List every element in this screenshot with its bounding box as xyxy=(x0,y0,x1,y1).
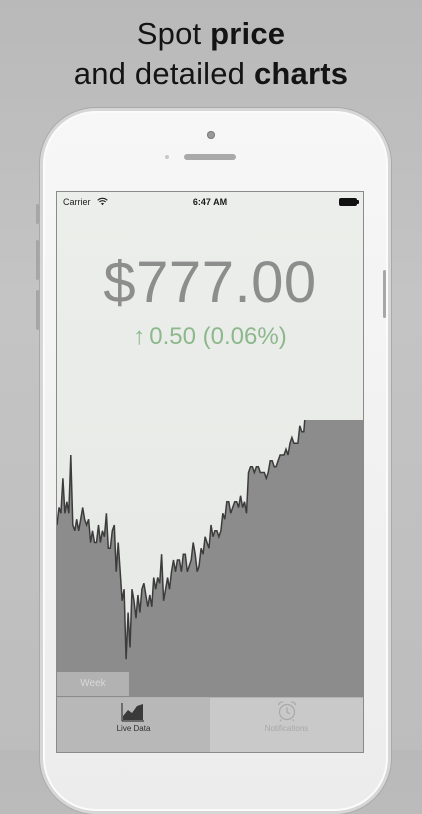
front-camera xyxy=(207,131,215,139)
headline-line-2: and detailed charts xyxy=(73,56,349,91)
app-screen: Carrier 6:47 AM $777.00 ↑ 0.50 (0.06%) We… xyxy=(57,192,363,752)
status-bar: Carrier 6:47 AM xyxy=(57,192,363,212)
alarm-clock-icon xyxy=(277,701,297,722)
clock: 6:47 AM xyxy=(192,197,228,207)
chart-icon xyxy=(121,703,144,722)
proximity-sensor xyxy=(165,155,169,159)
volume-up-button xyxy=(36,240,39,280)
mute-switch xyxy=(36,204,39,224)
tab-live-data[interactable]: Live Data xyxy=(57,698,210,752)
tab-notifications[interactable]: Notifications xyxy=(210,698,363,752)
price-change: ↑ 0.50 (0.06%) xyxy=(57,322,363,352)
spot-price: $777.00 xyxy=(103,250,317,315)
battery-icon xyxy=(339,198,359,206)
up-arrow-icon: ↑ xyxy=(133,323,146,350)
headline-line-1: Spot price xyxy=(136,16,286,51)
tab-notifications-label: Notifications xyxy=(264,724,309,733)
earpiece-speaker xyxy=(184,154,236,160)
price-change-value: 0.50 (0.06%) xyxy=(149,323,287,350)
chart-area xyxy=(57,420,363,700)
power-button xyxy=(383,270,386,318)
promo-headline: Spot price and detailed charts xyxy=(0,14,422,94)
volume-down-button xyxy=(36,290,39,330)
price-chart[interactable] xyxy=(57,420,363,700)
range-tab-week[interactable]: Week xyxy=(57,672,129,696)
tab-live-data-label: Live Data xyxy=(116,724,151,733)
tab-bar: Live Data Notifications xyxy=(57,697,363,752)
